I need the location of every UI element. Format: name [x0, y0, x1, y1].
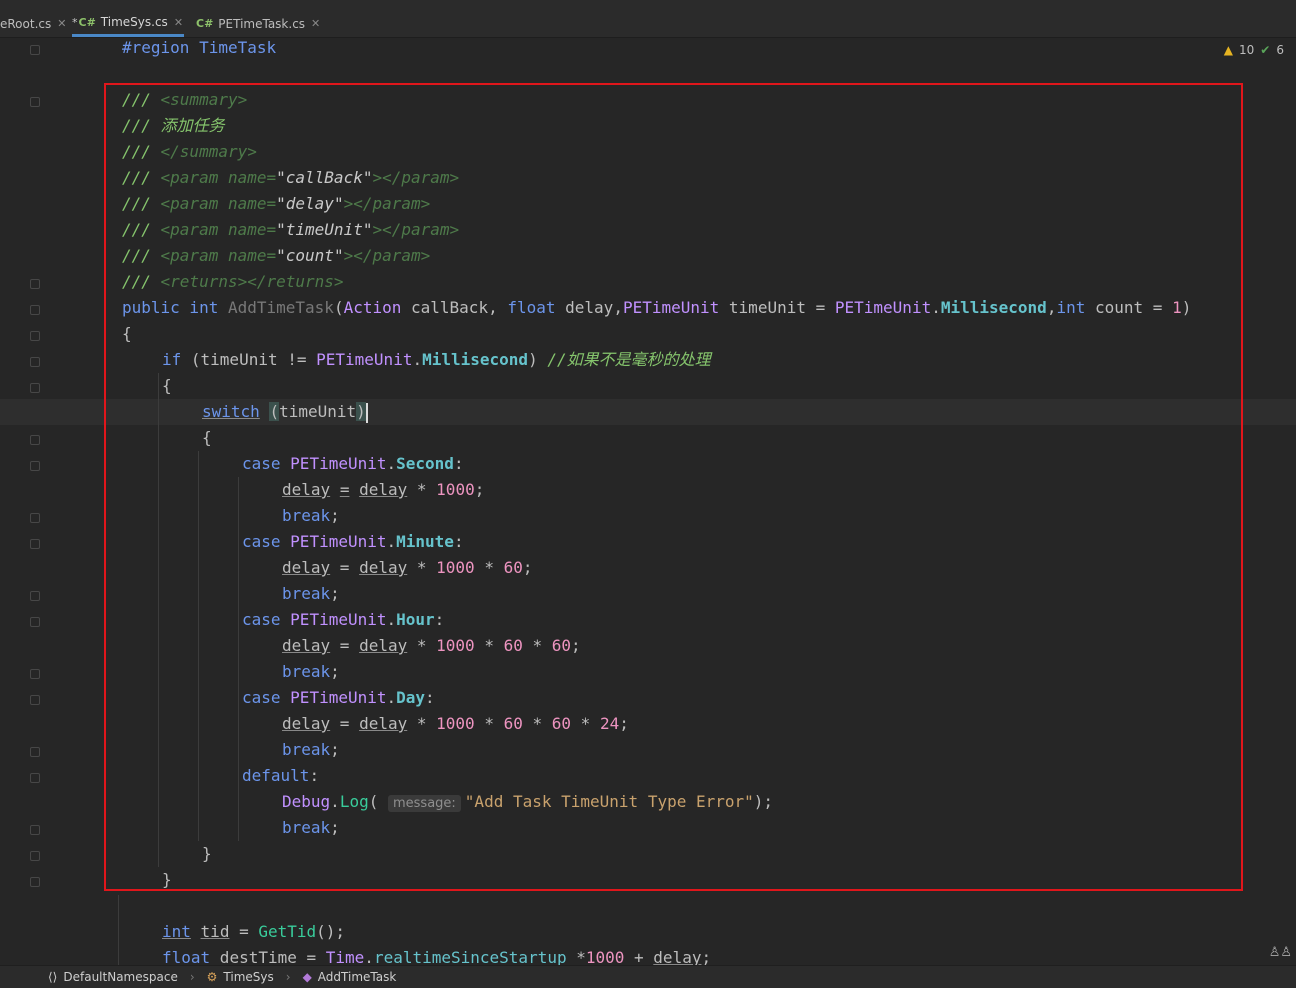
csharp-file-icon: C#: [78, 15, 96, 29]
warning-count: 10: [1239, 43, 1255, 57]
code-comment: //如果不是毫秒的处理: [547, 350, 711, 369]
code-line: }: [202, 844, 212, 863]
editor-tab-bar: eRoot.cs ✕ * C# TimeSys.cs ✕ C# PETimeTa…: [0, 10, 1296, 38]
ok-count: 6: [1276, 43, 1284, 57]
tab-label: TimeSys.cs: [100, 15, 168, 29]
code-line: break;: [282, 818, 340, 837]
method-icon: ◆: [302, 970, 312, 984]
code-line-region: #region TimeTask: [122, 35, 276, 61]
number-literal: 60: [503, 558, 523, 577]
tab-timesys[interactable]: * C# TimeSys.cs ✕: [72, 10, 184, 37]
code-line-doc: /// </summary>: [122, 142, 257, 161]
warning-icon: ▲: [1223, 43, 1234, 57]
modified-indicator: *: [72, 15, 78, 29]
code-line: delay = delay * 1000 * 60 * 60;: [282, 636, 581, 655]
code-line: break;: [282, 662, 340, 681]
tab-petimetask[interactable]: C# PETimeTask.cs ✕: [196, 10, 320, 37]
code-line-doc: /// <param name="timeUnit"></param>: [122, 220, 460, 239]
number-literal: 60: [551, 714, 572, 733]
code-line: delay = delay * 1000 * 60;: [282, 558, 533, 577]
code-editor[interactable]: #region TimeTask /// <summary> /// 添加任务 …: [0, 35, 1296, 967]
code-line-doc: /// <returns></returns>: [122, 272, 344, 291]
close-icon[interactable]: ✕: [174, 16, 183, 29]
string-literal: "Add Task TimeUnit Type Error": [464, 792, 754, 811]
number-literal: 1000: [436, 480, 475, 499]
doc-text: 添加任务: [160, 116, 225, 135]
doc-tag: <summary>: [160, 90, 248, 109]
number-literal: 60: [503, 636, 523, 655]
code-line: break;: [282, 584, 340, 603]
reader-mode-icon[interactable]: ♙♙: [1269, 945, 1292, 960]
breadcrumb-namespace[interactable]: DefaultNamespace: [63, 970, 177, 984]
code-line-signature: public int AddTimeTask(Action callBack, …: [122, 298, 1192, 317]
code-line-doc: /// <param name="count"></param>: [122, 246, 431, 265]
breadcrumb-method[interactable]: AddTimeTask: [318, 970, 397, 984]
number-literal: 24: [599, 714, 620, 733]
code-line: {: [162, 376, 172, 395]
parameter-hint: message:: [387, 795, 461, 812]
current-line-highlight: [0, 399, 1296, 425]
code-line-case: case PETimeUnit.Minute:: [242, 532, 464, 551]
code-line: break;: [282, 506, 340, 525]
indent-guide: [238, 477, 239, 841]
region-directive: #region TimeTask: [122, 38, 277, 57]
indent-guide: [198, 451, 199, 841]
code-line-doc: /// <param name="callBack"></param>: [122, 168, 460, 187]
param-name: delay: [285, 194, 334, 213]
class-icon: ⚙: [206, 970, 218, 984]
code-line-doc: /// 添加任务: [122, 116, 225, 135]
code-line: {: [202, 428, 212, 447]
indent-guide: [118, 895, 119, 965]
code-line-if: if (timeUnit != PETimeUnit.Millisecond) …: [162, 350, 711, 369]
code-line: delay = delay * 1000;: [282, 480, 485, 499]
chevron-right-icon: ›: [285, 970, 291, 984]
chevron-right-icon: ›: [189, 970, 195, 984]
code-line: delay = delay * 1000 * 60 * 60 * 24;: [282, 714, 629, 733]
breadcrumb-class[interactable]: TimeSys: [223, 970, 273, 984]
code-line-case: case PETimeUnit.Day:: [242, 688, 435, 707]
namespace-icon: ⟨⟩: [48, 970, 58, 984]
text-caret: [365, 402, 368, 423]
code-line-case: case PETimeUnit.Second:: [242, 454, 464, 473]
param-name: count: [285, 246, 334, 265]
number-literal: 1: [1172, 298, 1182, 317]
param-name: callBack: [285, 168, 363, 187]
check-icon: ✔: [1260, 43, 1271, 57]
code-line-tid: int tid = GetTid();: [162, 922, 346, 941]
tab-label: eRoot.cs: [0, 16, 52, 31]
tab-eroot[interactable]: eRoot.cs ✕: [0, 10, 66, 37]
number-literal: 60: [503, 714, 523, 733]
number-literal: 60: [551, 636, 572, 655]
code-line-doc: /// <summary>: [122, 90, 248, 109]
tab-label: PETimeTask.cs: [218, 16, 306, 31]
code-line: }: [162, 870, 172, 889]
inspection-widget[interactable]: ▲ 10 ✔ 6: [1224, 43, 1284, 57]
code-line: {: [122, 324, 132, 343]
number-literal: 1000: [436, 714, 475, 733]
csharp-file-icon: C#: [196, 17, 214, 30]
number-literal: 1000: [436, 558, 475, 577]
param-name: timeUnit: [285, 220, 363, 239]
code-line-switch: switch (timeUnit): [202, 402, 368, 423]
code-line-case: case PETimeUnit.Hour:: [242, 610, 445, 629]
breadcrumb: ⟨⟩ DefaultNamespace › ⚙ TimeSys › ◆ AddT…: [0, 965, 1296, 988]
window-top-strip: [0, 0, 1296, 10]
close-icon[interactable]: ✕: [311, 17, 320, 30]
doc-tag: </summary>: [160, 142, 257, 161]
code-line-debug: Debug.Log( message: "Add Task TimeUnit Ty…: [282, 792, 774, 812]
indent-guide: [158, 373, 159, 867]
close-icon[interactable]: ✕: [57, 17, 66, 30]
code-line-default: default:: [242, 766, 320, 785]
code-line-doc: /// <param name="delay"></param>: [122, 194, 431, 213]
number-literal: 1000: [436, 636, 475, 655]
code-line: break;: [282, 740, 340, 759]
